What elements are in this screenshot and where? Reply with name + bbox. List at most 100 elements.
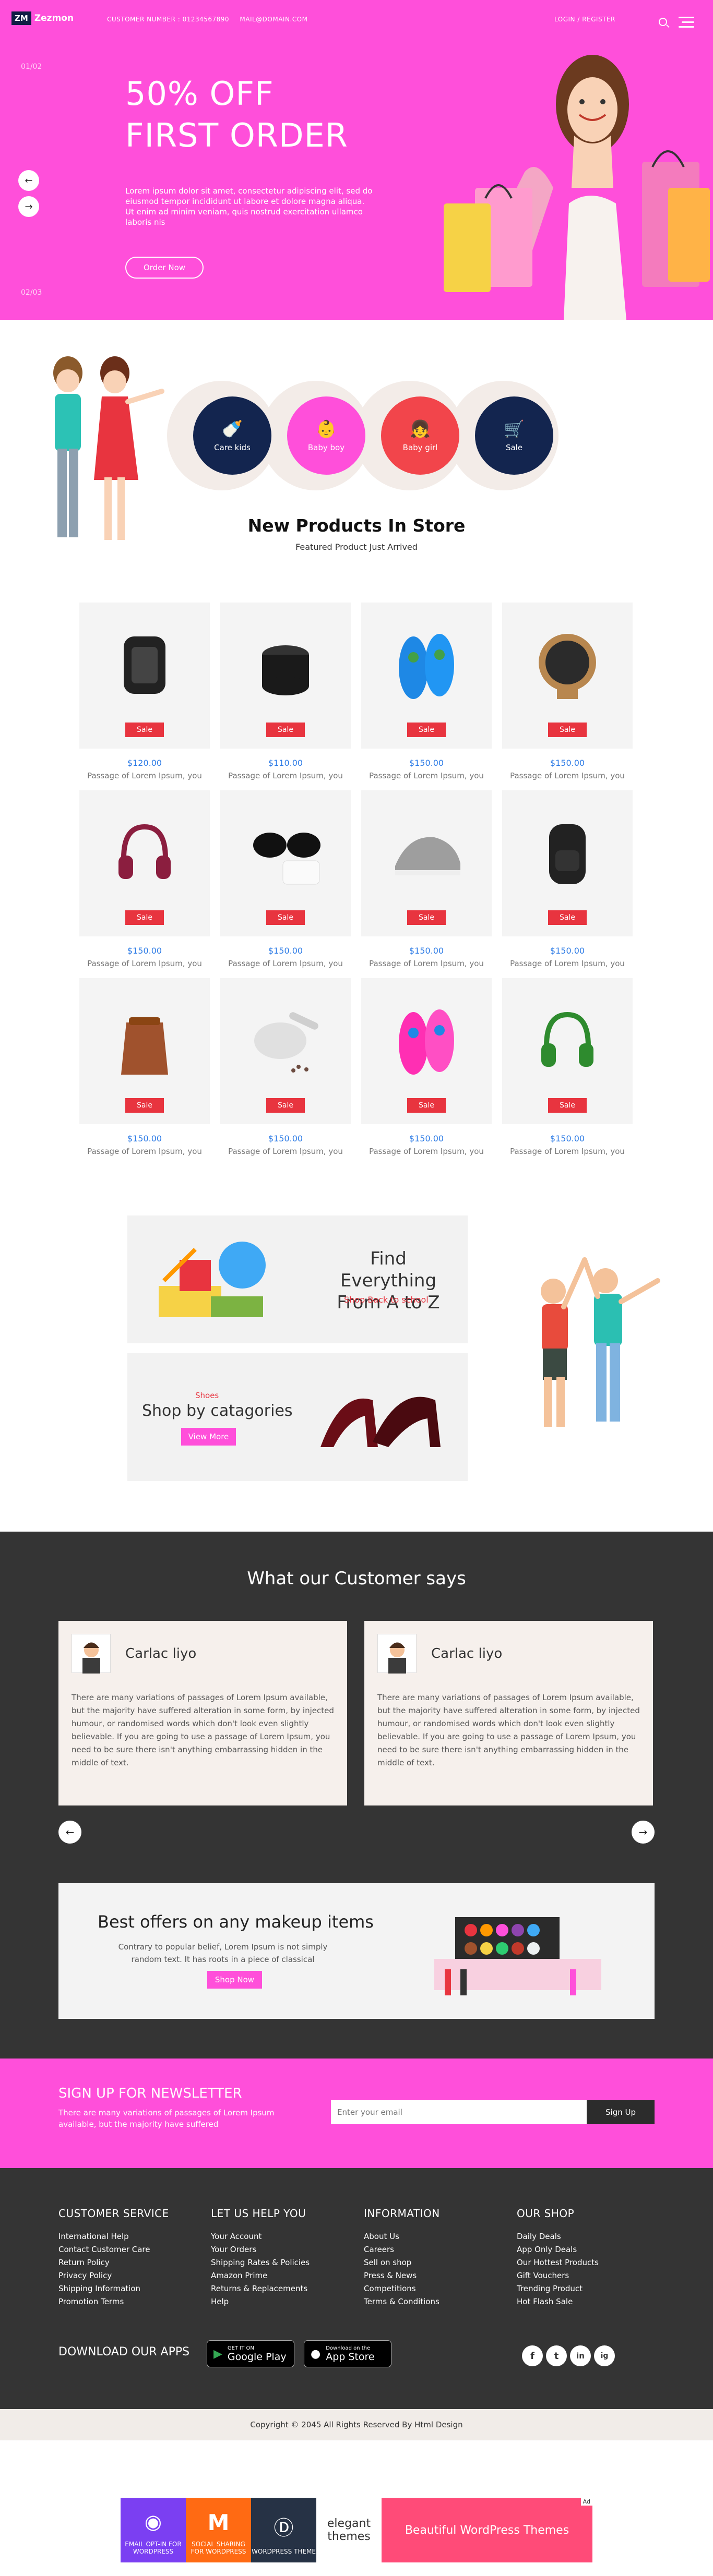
- shop-now-button[interactable]: Shop Now: [207, 1971, 262, 1989]
- footer-link[interactable]: Terms & Conditions: [364, 2295, 440, 2308]
- product-image[interactable]: Sale: [79, 603, 210, 749]
- promo-find-everything[interactable]: Find Everything From A to Z Shop Back to…: [127, 1215, 468, 1343]
- product-description[interactable]: Passage of Lorem Ipsum, you: [79, 771, 210, 780]
- app-store-button[interactable]: ● Download on the App Store: [304, 2340, 391, 2367]
- logo[interactable]: ZM Zezmon: [11, 11, 74, 25]
- category-care-kids[interactable]: 🍼 Care kids: [193, 396, 271, 475]
- promo-shoes[interactable]: Shoes Shop by catagories View More: [127, 1353, 468, 1481]
- footer-link[interactable]: Competitions: [364, 2282, 440, 2295]
- footer-link[interactable]: Trending Product: [517, 2282, 599, 2295]
- footer-link[interactable]: Our Hottest Products: [517, 2256, 599, 2269]
- testimonial-next-arrow[interactable]: →: [632, 1821, 655, 1844]
- login-register-link[interactable]: LOGIN / REGISTER: [554, 16, 615, 23]
- sale-badge: Sale: [125, 723, 164, 737]
- product-card[interactable]: Sale $150.00 Passage of Lorem Ipsum, you: [361, 790, 492, 968]
- pink-slippers-image: [399, 1009, 454, 1075]
- footer-link[interactable]: Help: [211, 2295, 310, 2308]
- footer-link[interactable]: Your Account: [211, 2230, 310, 2243]
- footer-link[interactable]: Sell on shop: [364, 2256, 440, 2269]
- product-description[interactable]: Passage of Lorem Ipsum, you: [502, 959, 633, 968]
- footer-link[interactable]: Careers: [364, 2243, 440, 2256]
- product-description[interactable]: Passage of Lorem Ipsum, you: [502, 1147, 633, 1156]
- product-card[interactable]: Sale $150.00 Passage of Lorem Ipsum, you: [502, 978, 633, 1156]
- product-card[interactable]: Sale $150.00 Passage of Lorem Ipsum, you: [220, 790, 351, 968]
- hero-prev-arrow[interactable]: ←: [18, 170, 39, 191]
- product-description[interactable]: Passage of Lorem Ipsum, you: [361, 1147, 492, 1156]
- product-card[interactable]: Sale $150.00 Passage of Lorem Ipsum, you: [79, 978, 210, 1156]
- footer-link[interactable]: Shipping Information: [58, 2282, 169, 2295]
- product-card[interactable]: Sale $150.00 Passage of Lorem Ipsum, you: [79, 790, 210, 968]
- search-icon[interactable]: [659, 18, 667, 26]
- product-image[interactable]: Sale: [361, 978, 492, 1124]
- product-image[interactable]: Sale: [79, 978, 210, 1124]
- sale-badge: Sale: [125, 910, 164, 925]
- makeup-products-illustration: [434, 1917, 601, 1995]
- footer-link[interactable]: International Help: [58, 2230, 169, 2243]
- order-now-button[interactable]: Order Now: [125, 257, 204, 279]
- product-card[interactable]: Sale $150.00 Passage of Lorem Ipsum, you: [361, 978, 492, 1156]
- footer-link[interactable]: Press & News: [364, 2269, 440, 2282]
- product-image[interactable]: Sale: [220, 978, 351, 1124]
- product-card[interactable]: Sale $150.00 Passage of Lorem Ipsum, you: [502, 790, 633, 968]
- google-play-button[interactable]: ▶ GET IT ON Google Play: [207, 2340, 294, 2367]
- shop-back-to-school-link[interactable]: Shop Back to school: [344, 1295, 429, 1305]
- category-sale[interactable]: 🛒 Sale: [475, 396, 553, 475]
- footer-link[interactable]: Returns & Replacements: [211, 2282, 310, 2295]
- product-card[interactable]: Sale $150.00 Passage of Lorem Ipsum, you: [220, 978, 351, 1156]
- product-description[interactable]: Passage of Lorem Ipsum, you: [361, 959, 492, 968]
- footer-link[interactable]: Privacy Policy: [58, 2269, 169, 2282]
- products-heading: New Products In Store Featured Product J…: [0, 515, 713, 552]
- product-card[interactable]: Sale $150.00 Passage of Lorem Ipsum, you: [361, 603, 492, 780]
- product-image[interactable]: Sale: [220, 790, 351, 936]
- category-baby-girl[interactable]: 👧 Baby girl: [381, 396, 459, 475]
- product-description[interactable]: Passage of Lorem Ipsum, you: [79, 1147, 210, 1156]
- product-card[interactable]: Sale $110.00 Passage of Lorem Ipsum, you: [220, 603, 351, 780]
- facebook-icon[interactable]: f: [522, 2345, 543, 2366]
- product-description[interactable]: Passage of Lorem Ipsum, you: [79, 959, 210, 968]
- sign-up-button[interactable]: Sign Up: [587, 2100, 655, 2124]
- product-description[interactable]: Passage of Lorem Ipsum, you: [220, 771, 351, 780]
- product-description[interactable]: Passage of Lorem Ipsum, you: [502, 771, 633, 780]
- footer-link[interactable]: Gift Vouchers: [517, 2269, 599, 2282]
- ad-item: elegant themes: [316, 2498, 382, 2562]
- product-card[interactable]: Sale $150.00 Passage of Lorem Ipsum, you: [502, 603, 633, 780]
- footer-link[interactable]: Your Orders: [211, 2243, 310, 2256]
- product-image[interactable]: Sale: [361, 603, 492, 749]
- instagram-icon[interactable]: ig: [594, 2345, 615, 2366]
- category-baby-boy[interactable]: 👶 Baby boy: [287, 396, 365, 475]
- product-description[interactable]: Passage of Lorem Ipsum, you: [220, 1147, 351, 1156]
- menu-icon[interactable]: [679, 17, 694, 31]
- linkedin-icon[interactable]: in: [570, 2345, 591, 2366]
- product-image[interactable]: Sale: [220, 603, 351, 749]
- hero-next-arrow[interactable]: →: [18, 196, 39, 217]
- testimonial-prev-arrow[interactable]: ←: [58, 1821, 81, 1844]
- footer-link[interactable]: Promotion Terms: [58, 2295, 169, 2308]
- footer-link[interactable]: Hot Flash Sale: [517, 2295, 599, 2308]
- view-more-button[interactable]: View More: [181, 1428, 236, 1446]
- product-image[interactable]: Sale: [502, 603, 633, 749]
- footer-link[interactable]: Shipping Rates & Policies: [211, 2256, 310, 2269]
- product-price: $150.00: [409, 1134, 444, 1143]
- product-image[interactable]: Sale: [361, 790, 492, 936]
- newsletter-email-input[interactable]: [331, 2100, 587, 2124]
- product-description[interactable]: Passage of Lorem Ipsum, you: [361, 771, 492, 780]
- product-description[interactable]: Passage of Lorem Ipsum, you: [220, 959, 351, 968]
- store-small-text: Download on the: [326, 2345, 371, 2351]
- product-image[interactable]: Sale: [502, 790, 633, 936]
- monarch-icon: M: [207, 2510, 230, 2535]
- footer-link[interactable]: Amazon Prime: [211, 2269, 310, 2282]
- product-image[interactable]: Sale: [502, 978, 633, 1124]
- sale-badge: Sale: [548, 910, 587, 925]
- footer-link[interactable]: About Us: [364, 2230, 440, 2243]
- footer-link[interactable]: App Only Deals: [517, 2243, 599, 2256]
- twitter-icon[interactable]: t: [546, 2345, 567, 2366]
- backpack-image: [549, 824, 586, 884]
- footer-link[interactable]: Daily Deals: [517, 2230, 599, 2243]
- hero-banner: 01/02 02/03 50% OFF FIRST ORDER Lorem ip…: [0, 0, 713, 320]
- footer-link[interactable]: Return Policy: [58, 2256, 169, 2269]
- email-link[interactable]: MAIL@DOMAIN.COM: [240, 16, 307, 23]
- footer-link[interactable]: Contact Customer Care: [58, 2243, 169, 2256]
- product-card[interactable]: Sale $120.00 Passage of Lorem Ipsum, you: [79, 603, 210, 780]
- advertisement-banner[interactable]: ◉ EMAIL OPT-IN FOR WORDPRESS M SOCIAL SH…: [121, 2498, 592, 2562]
- product-image[interactable]: Sale: [79, 790, 210, 936]
